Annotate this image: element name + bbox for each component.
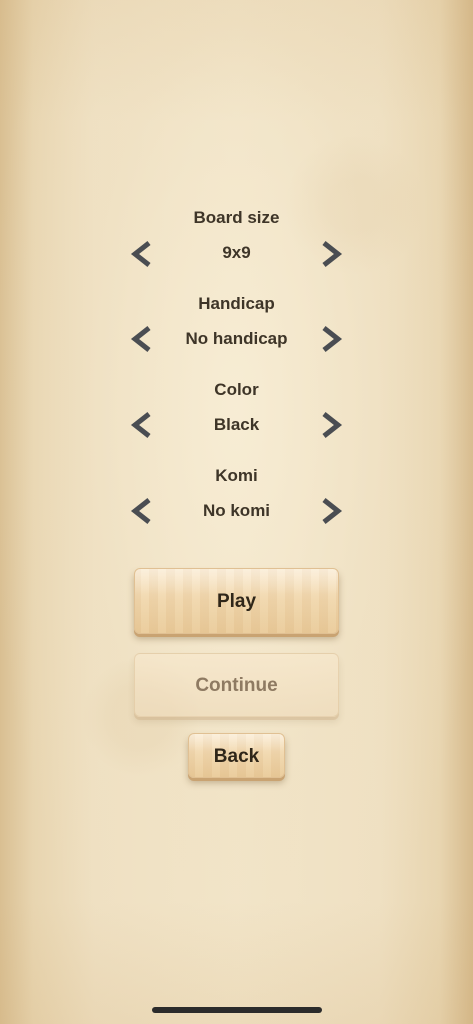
board-size-next-button[interactable] — [318, 240, 344, 268]
handicap-label: Handicap — [198, 294, 275, 313]
board-size-label: Board size — [193, 208, 280, 227]
handicap-previous-button[interactable] — [129, 325, 155, 353]
chevron-left-icon — [129, 497, 155, 525]
handicap-value: No handicap — [185, 329, 288, 348]
chevron-right-icon — [318, 240, 344, 268]
board-size-value: 9x9 — [222, 243, 251, 262]
home-indicator[interactable] — [152, 1007, 322, 1013]
color-value: Black — [213, 415, 260, 434]
komi-label: Komi — [215, 466, 258, 485]
handicap-next-button[interactable] — [318, 325, 344, 353]
board-size-previous-button[interactable] — [129, 240, 155, 268]
chevron-left-icon — [129, 325, 155, 353]
chevron-left-icon — [129, 240, 155, 268]
chevron-right-icon — [318, 325, 344, 353]
chevron-right-icon — [318, 497, 344, 525]
color-next-button[interactable] — [318, 411, 344, 439]
color-label: Color — [214, 380, 259, 399]
continue-button: Continue — [134, 653, 339, 717]
play-button[interactable]: Play — [134, 568, 339, 634]
komi-value: No komi — [202, 501, 271, 520]
chevron-left-icon — [129, 411, 155, 439]
komi-next-button[interactable] — [318, 497, 344, 525]
color-previous-button[interactable] — [129, 411, 155, 439]
back-button[interactable]: Back — [188, 733, 285, 778]
chevron-right-icon — [318, 411, 344, 439]
komi-previous-button[interactable] — [129, 497, 155, 525]
